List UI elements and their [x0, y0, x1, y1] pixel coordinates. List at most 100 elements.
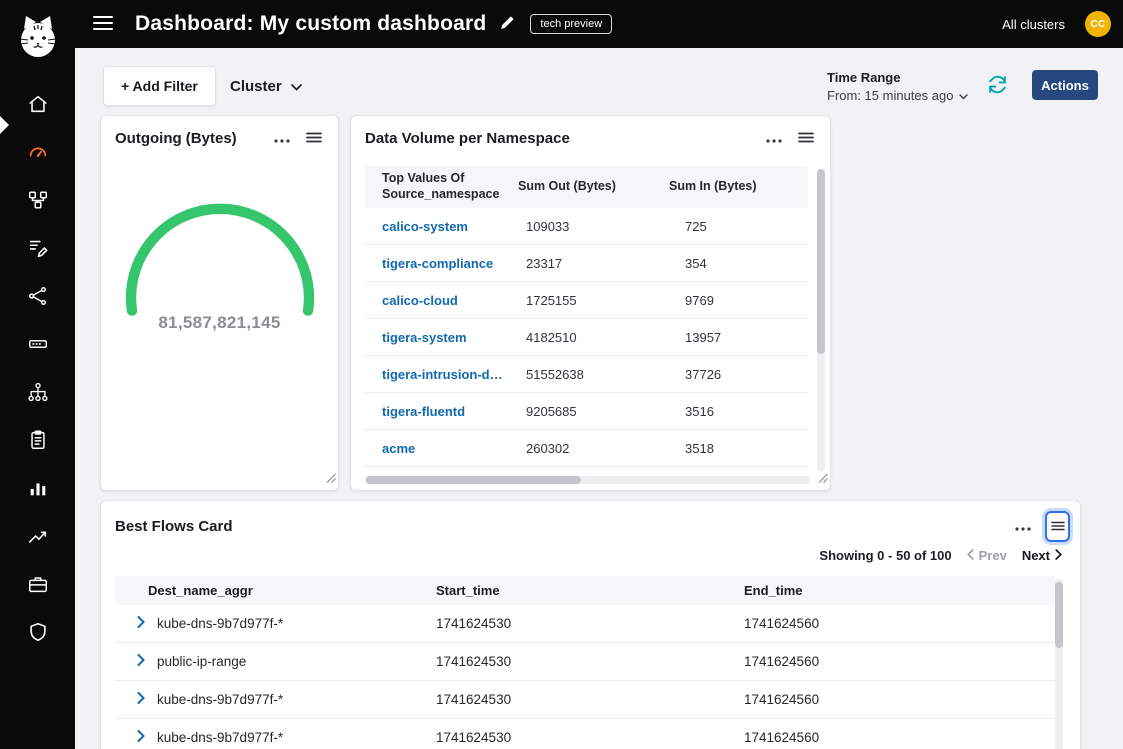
tech-preview-badge: tech preview — [530, 14, 612, 34]
all-clusters-selector[interactable]: All clusters — [1002, 17, 1065, 32]
time-range-value: From: 15 minutes ago — [827, 88, 953, 103]
sum-in-value: 354 — [667, 256, 808, 271]
sidebar-item-dashboards[interactable] — [0, 130, 75, 178]
start-time-value: 1741624530 — [436, 654, 744, 669]
end-time-value: 1741624560 — [744, 692, 1055, 707]
policies-edit-icon — [27, 237, 49, 264]
service-graph-icon — [27, 189, 49, 216]
menu-button[interactable] — [93, 15, 113, 34]
expand-row-button[interactable] — [135, 728, 147, 747]
column-header-namespace: Top Values Of Source_namespace — [365, 171, 516, 202]
table-row: kube-dns-9b7d977f-* 1741624530 174162456… — [115, 719, 1055, 749]
refresh-button[interactable] — [987, 74, 1008, 98]
vertical-scrollbar[interactable] — [817, 169, 825, 472]
sidebar-item-security[interactable] — [0, 610, 75, 658]
table-row: calico-system 109033 725 — [365, 208, 808, 245]
sidebar-item-service-graph[interactable] — [0, 178, 75, 226]
start-time-value: 1741624530 — [436, 692, 744, 707]
dest-value: kube-dns-9b7d977f-* — [157, 692, 283, 707]
sum-out-value: 4182510 — [516, 330, 667, 345]
next-page-button[interactable]: Next — [1022, 548, 1062, 563]
calico-logo[interactable] — [16, 12, 60, 67]
time-range-block: Time Range From: 15 minutes ago — [827, 70, 968, 103]
namespace-link[interactable]: tigera-compliance — [365, 256, 516, 271]
chevron-right-icon — [137, 654, 145, 669]
sidebar-item-applications[interactable] — [0, 562, 75, 610]
edit-title-button[interactable] — [499, 14, 516, 34]
card-menu-button[interactable] — [764, 129, 784, 148]
chevron-right-icon — [1055, 548, 1062, 563]
time-range-selector[interactable]: From: 15 minutes ago — [827, 88, 968, 103]
start-time-value: 1741624530 — [436, 616, 744, 631]
card-menu-button[interactable] — [272, 129, 292, 148]
flows-table: Dest_name_aggr Start_time End_time kube-… — [115, 576, 1055, 749]
card-drag-handle[interactable] — [796, 129, 816, 148]
data-volume-card: Data Volume per Namespace Top Values Of … — [350, 115, 831, 491]
table-row: tigera-intrusion-d… 51552638 37726 — [365, 356, 808, 393]
scrollbar-thumb[interactable] — [366, 476, 581, 484]
expand-row-button[interactable] — [135, 652, 147, 671]
sum-in-value: 9769 — [667, 293, 808, 308]
table-row: tigera-system 4182510 13957 — [365, 319, 808, 356]
sidebar-item-home[interactable] — [0, 82, 75, 130]
namespace-link[interactable]: tigera-system — [365, 330, 516, 345]
more-icon — [766, 131, 782, 146]
sum-in-value: 13957 — [667, 330, 808, 345]
table-row: tigera-compliance 23317 354 — [365, 245, 808, 282]
chevron-down-icon — [959, 88, 968, 103]
cluster-dropdown[interactable]: Cluster — [230, 66, 302, 106]
resize-handle[interactable] — [326, 470, 336, 488]
home-icon — [27, 93, 49, 120]
dashboards-gauge-icon — [27, 141, 49, 168]
horizontal-scrollbar[interactable] — [364, 476, 810, 484]
namespace-link[interactable]: acme — [365, 441, 516, 456]
clipboard-icon — [27, 429, 49, 456]
actions-button[interactable]: Actions — [1032, 70, 1098, 100]
sum-out-value: 51552638 — [516, 367, 667, 382]
chevron-right-icon — [137, 730, 145, 745]
card-menu-button[interactable] — [1013, 517, 1033, 536]
namespace-link[interactable]: tigera-fluentd — [365, 404, 516, 419]
add-filter-button[interactable]: + Add Filter — [103, 66, 216, 106]
sum-out-value: 23317 — [516, 256, 667, 271]
scrollbar-thumb[interactable] — [817, 169, 825, 354]
sidebar — [0, 0, 75, 749]
card-title: Outgoing (Bytes) — [115, 130, 260, 147]
resize-handle[interactable] — [818, 470, 828, 488]
avatar[interactable]: CC — [1085, 11, 1111, 37]
namespace-link[interactable]: calico-cloud — [365, 293, 516, 308]
pagination-status: Showing 0 - 50 of 100 — [819, 548, 951, 563]
expand-row-button[interactable] — [135, 690, 147, 709]
briefcase-icon — [27, 573, 49, 600]
cluster-tree-icon — [27, 381, 49, 408]
card-title: Best Flows Card — [115, 518, 1001, 535]
namespace-link[interactable]: tigera-intrusion-d… — [365, 367, 516, 382]
namespace-link[interactable]: calico-system — [365, 219, 516, 234]
chevron-left-icon — [967, 548, 974, 563]
vertical-scrollbar[interactable] — [1055, 579, 1063, 749]
sum-out-value: 109033 — [516, 219, 667, 234]
chevron-down-icon — [291, 78, 302, 95]
sidebar-item-trends[interactable] — [0, 514, 75, 562]
sidebar-item-policies[interactable] — [0, 226, 75, 274]
sidebar-item-reports[interactable] — [0, 418, 75, 466]
refresh-icon — [987, 74, 1008, 98]
topbar: Dashboard: My custom dashboard tech prev… — [75, 0, 1123, 48]
prev-page-button[interactable]: Prev — [967, 548, 1007, 563]
shield-icon — [27, 621, 49, 648]
sidebar-item-clusters[interactable] — [0, 370, 75, 418]
scrollbar-thumb[interactable] — [1055, 582, 1063, 648]
sidebar-item-endpoints[interactable] — [0, 274, 75, 322]
card-drag-handle[interactable] — [304, 129, 324, 148]
sum-in-value: 3516 — [667, 404, 808, 419]
resize-grip-icon — [818, 470, 828, 487]
column-header-end: End_time — [744, 583, 1055, 598]
table-row: kube-dns-9b7d977f-* 1741624530 174162456… — [115, 681, 1055, 719]
end-time-value: 1741624560 — [744, 730, 1055, 745]
sidebar-item-statistics[interactable] — [0, 466, 75, 514]
expand-row-button[interactable] — [135, 614, 147, 633]
sidebar-item-networks[interactable] — [0, 322, 75, 370]
table-row: calico-cloud 1725155 9769 — [365, 282, 808, 319]
end-time-value: 1741624560 — [744, 616, 1055, 631]
card-drag-handle-focused[interactable] — [1045, 511, 1070, 542]
